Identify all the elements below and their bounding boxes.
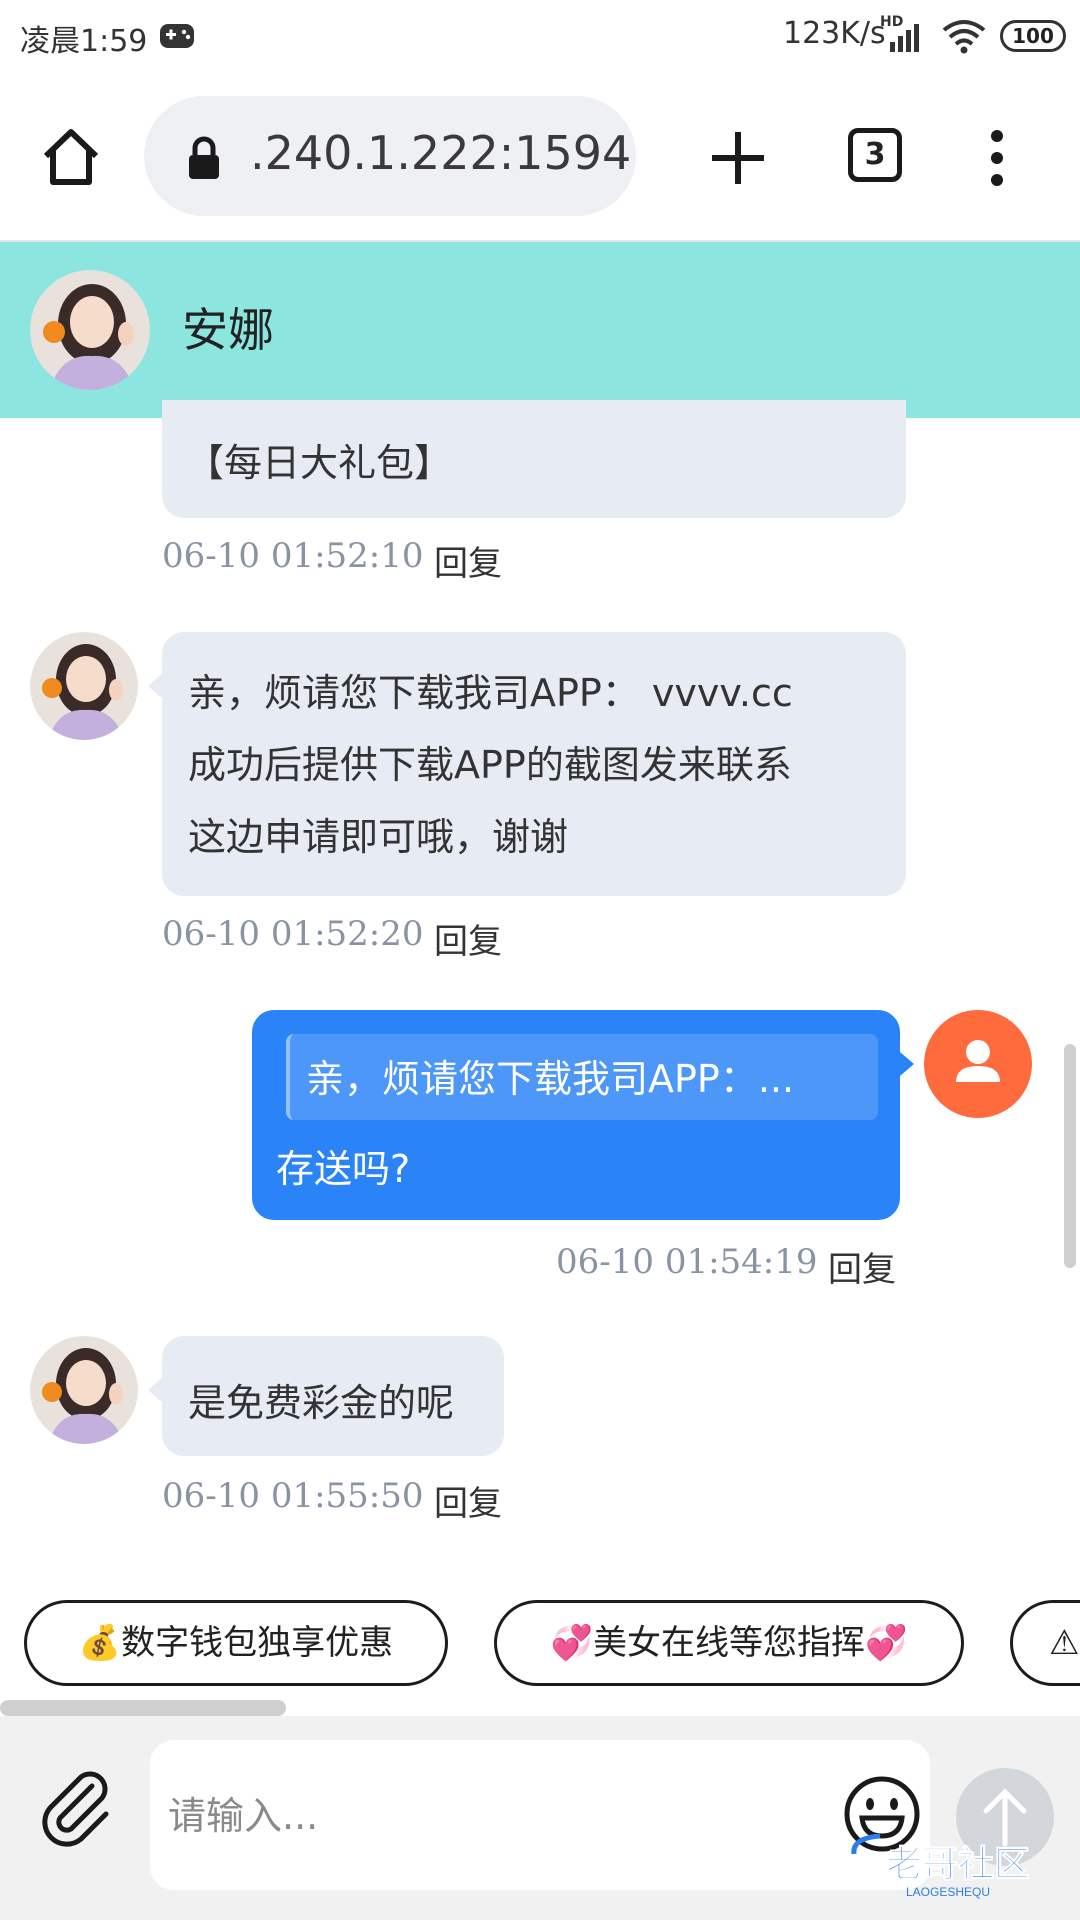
svg-text:LAOGESHEQU: LAOGESHEQU — [906, 1885, 990, 1899]
plus-icon[interactable] — [706, 126, 770, 190]
network-speed: 123K/s — [783, 16, 886, 51]
quoted-message[interactable]: 亲，烦请您下载我司APP：... — [286, 1034, 878, 1120]
signal-icon — [890, 24, 919, 52]
message-bubble-outgoing[interactable]: 亲，烦请您下载我司APP：... 存送吗? — [252, 1010, 900, 1220]
reply-link[interactable]: 回复 — [828, 1242, 896, 1291]
quick-reply-chip[interactable]: 💰数字钱包独享优惠 — [24, 1600, 448, 1686]
bubble-tail — [148, 674, 162, 698]
quick-reply-chip[interactable]: 💞美女在线等您指挥💞 — [494, 1600, 964, 1686]
battery-indicator: 100 — [1000, 20, 1066, 52]
scrollbar-thumb[interactable] — [1064, 1044, 1076, 1268]
address-bar[interactable]: .240.1.222:1594 — [144, 96, 636, 216]
composer: 老哥社区 LAOGESHEQU — [0, 1716, 1080, 1920]
bubble-tail — [148, 1378, 162, 1402]
message-bubble[interactable]: 亲，烦请您下载我司APP： vvvv.cc 成功后提供下载APP的截图发来联系 … — [162, 632, 906, 896]
status-time: 凌晨1:59 — [20, 24, 148, 59]
contact-avatar[interactable] — [30, 1336, 138, 1444]
message-text-line: 成功后提供下载APP的截图发来联系 — [188, 743, 792, 787]
reply-link[interactable]: 回复 — [434, 1476, 502, 1525]
status-bar: 凌晨1:59 123K/s HD 100 — [0, 0, 1080, 72]
tab-switcher-button[interactable]: 3 — [848, 128, 902, 182]
svg-text:老哥社区: 老哥社区 — [886, 1843, 1030, 1884]
lock-icon — [189, 136, 219, 179]
browser-toolbar: .240.1.222:1594 3 — [0, 72, 1080, 242]
home-icon[interactable] — [40, 126, 102, 188]
message-timestamp: 06-10 01:52:10 — [162, 536, 424, 576]
quoted-text: 亲，烦请您下载我司APP：... — [306, 1057, 795, 1101]
message-text: 【每日大礼包】 — [186, 441, 453, 485]
bubble-tail — [900, 1052, 914, 1076]
message-text-line: 这边申请即可哦，谢谢 — [188, 815, 569, 859]
url-text: .240.1.222:1594 — [250, 126, 632, 180]
message-timestamp: 06-10 01:52:20 — [162, 914, 424, 954]
game-controller-icon — [160, 24, 194, 48]
user-avatar[interactable] — [924, 1010, 1032, 1118]
contact-avatar[interactable] — [30, 632, 138, 740]
chat-header: 安娜 — [0, 242, 1080, 418]
watermark-logo: 老哥社区 LAOGESHEQU — [851, 1834, 1031, 1899]
contact-avatar[interactable] — [30, 270, 150, 390]
message-text: 是免费彩金的呢 — [188, 1381, 455, 1425]
message-text: 存送吗? — [276, 1147, 411, 1191]
message-input[interactable] — [166, 1740, 830, 1892]
contact-name: 安娜 — [182, 303, 274, 357]
quick-reply-chip[interactable]: ⚠ — [1010, 1600, 1080, 1686]
quick-reply-scrollbar[interactable] — [0, 1700, 286, 1716]
reply-link[interactable]: 回复 — [434, 914, 502, 963]
wifi-icon — [942, 20, 986, 54]
message-text-line: 亲，烦请您下载我司APP： vvvv.cc — [188, 671, 793, 715]
reply-link[interactable]: 回复 — [434, 536, 502, 585]
quick-reply-strip: 💰数字钱包独享优惠 💞美女在线等您指挥💞 ⚠ — [0, 1572, 1080, 1702]
message-timestamp: 06-10 01:54:19 — [556, 1242, 818, 1282]
message-bubble[interactable]: 【每日大礼包】 — [162, 400, 906, 518]
paperclip-icon[interactable] — [34, 1766, 118, 1850]
message-input-box[interactable] — [150, 1740, 930, 1892]
more-vertical-icon[interactable] — [986, 128, 1008, 188]
message-bubble[interactable]: 是免费彩金的呢 — [162, 1336, 504, 1456]
message-timestamp: 06-10 01:55:50 — [162, 1476, 424, 1516]
